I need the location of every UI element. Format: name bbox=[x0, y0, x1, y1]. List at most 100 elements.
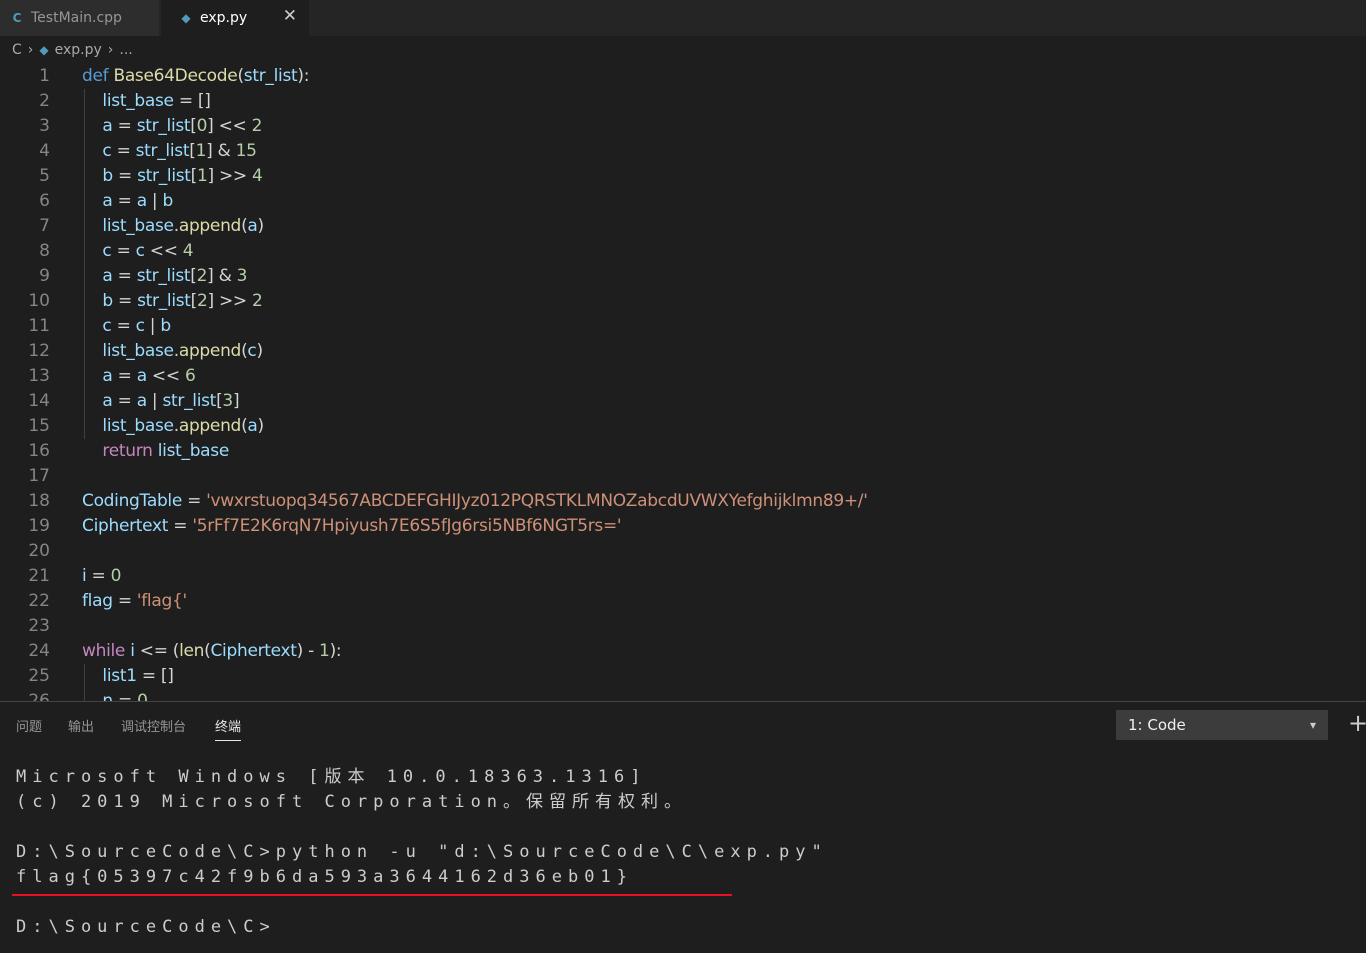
code-text: c = str_list[1] & 15 bbox=[102, 141, 257, 161]
line-number: 4 bbox=[39, 141, 50, 161]
code-line[interactable]: 18 CodingTable = 'vwxrstuopq34567ABCDEFGH… bbox=[0, 489, 1366, 514]
breadcrumb-file[interactable]: exp.py bbox=[55, 42, 102, 58]
code-line[interactable]: 2 list_base = [] bbox=[0, 89, 1366, 114]
line-number: 22 bbox=[28, 591, 50, 611]
close-icon[interactable]: ✕ bbox=[283, 6, 297, 26]
line-number: 9 bbox=[39, 266, 50, 286]
code-text: i = 0 bbox=[82, 566, 122, 586]
line-number: 5 bbox=[39, 166, 50, 186]
code-line[interactable]: 26 n = 0 bbox=[0, 689, 1366, 701]
terminal-line: Microsoft Windows [版本 10.0.18363.1316] bbox=[16, 767, 647, 787]
terminal-line: D:\SourceCode\C>python -u "d:\SourceCode… bbox=[16, 842, 828, 862]
code-line[interactable]: 14 a = a | str_list[3] bbox=[0, 389, 1366, 414]
code-line[interactable]: 24 while i <= (len(Ciphertext) - 1): bbox=[0, 639, 1366, 664]
code-text: def Base64Decode(str_list): bbox=[82, 66, 310, 86]
code-text: list_base.append(c) bbox=[102, 341, 263, 361]
new-terminal-button[interactable]: + bbox=[1348, 708, 1366, 738]
code-text: c = c | b bbox=[102, 316, 171, 336]
code-line[interactable]: 23 bbox=[0, 614, 1366, 639]
bottom-panel: 问题 输出 调试控制台 终端 1: Code ▾ + Microsoft Win… bbox=[0, 701, 1366, 953]
line-number: 10 bbox=[28, 291, 50, 311]
tab-testmain-cpp[interactable]: C TestMain.cpp bbox=[0, 0, 160, 36]
code-line[interactable]: 1 def Base64Decode(str_list): bbox=[0, 64, 1366, 89]
code-line[interactable]: 15 list_base.append(a) bbox=[0, 414, 1366, 439]
code-text: list_base.append(a) bbox=[102, 416, 264, 436]
code-line[interactable]: 3 a = str_list[0] << 2 bbox=[0, 114, 1366, 139]
line-number: 19 bbox=[28, 516, 50, 536]
tab-label: TestMain.cpp bbox=[31, 10, 122, 26]
chevron-right-icon: › bbox=[27, 42, 34, 58]
chevron-down-icon: ▾ bbox=[1309, 718, 1316, 732]
line-number: 26 bbox=[28, 691, 50, 701]
code-line[interactable]: 11 c = c | b bbox=[0, 314, 1366, 339]
code-line[interactable]: 25 list1 = [] bbox=[0, 664, 1366, 689]
code-text: flag = 'flag{' bbox=[82, 591, 187, 611]
line-number: 18 bbox=[28, 491, 50, 511]
line-number: 25 bbox=[28, 666, 50, 686]
code-line[interactable]: 9 a = str_list[2] & 3 bbox=[0, 264, 1366, 289]
terminal-line: (c) 2019 Microsoft Corporation。保留所有权利。 bbox=[16, 792, 688, 812]
line-number: 23 bbox=[28, 616, 50, 636]
code-line[interactable]: 6 a = a | b bbox=[0, 189, 1366, 214]
code-line[interactable]: 21 i = 0 bbox=[0, 564, 1366, 589]
python-file-icon: ◆ bbox=[39, 43, 49, 57]
code-line[interactable]: 10 b = str_list[2] >> 2 bbox=[0, 289, 1366, 314]
line-number: 15 bbox=[28, 416, 50, 436]
code-line[interactable]: 17 bbox=[0, 464, 1366, 489]
code-text: list_base.append(a) bbox=[102, 216, 264, 236]
breadcrumb-symbol[interactable]: ... bbox=[119, 42, 132, 58]
code-text: a = a << 6 bbox=[102, 366, 196, 386]
indent-guide bbox=[84, 664, 85, 701]
terminal-select-value: 1: Code bbox=[1128, 716, 1186, 734]
line-number: 11 bbox=[28, 316, 50, 336]
code-line[interactable]: 22 flag = 'flag{' bbox=[0, 589, 1366, 614]
line-number: 1 bbox=[39, 66, 50, 86]
chevron-right-icon: › bbox=[107, 42, 114, 58]
code-text: while i <= (len(Ciphertext) - 1): bbox=[82, 641, 342, 661]
code-text: a = str_list[2] & 3 bbox=[102, 266, 248, 286]
tab-terminal[interactable]: 终端 bbox=[215, 716, 242, 741]
line-number: 3 bbox=[39, 116, 50, 136]
code-text: n = 0 bbox=[102, 691, 148, 701]
code-line[interactable]: 19 Ciphertext = '5rFf7E2K6rqN7Hpiyush7E6S… bbox=[0, 514, 1366, 539]
terminal-line: flag{05397c42f9b6da593a3644162d36eb01} bbox=[16, 867, 633, 887]
line-number: 16 bbox=[28, 441, 50, 461]
line-number: 17 bbox=[28, 466, 50, 486]
line-number: 7 bbox=[39, 216, 50, 236]
code-line[interactable]: 7 list_base.append(a) bbox=[0, 214, 1366, 239]
breadcrumb: C › ◆ exp.py › ... bbox=[0, 36, 1366, 64]
terminal-line: D:\SourceCode\C> bbox=[16, 917, 276, 937]
code-text: b = str_list[1] >> 4 bbox=[102, 166, 263, 186]
code-text: list_base = [] bbox=[102, 91, 211, 111]
terminal-select[interactable]: 1: Code ▾ bbox=[1116, 710, 1328, 740]
code-line[interactable]: 5 b = str_list[1] >> 4 bbox=[0, 164, 1366, 189]
line-number: 21 bbox=[28, 566, 50, 586]
code-line[interactable]: 16 return list_base bbox=[0, 439, 1366, 464]
code-line[interactable]: 12 list_base.append(c) bbox=[0, 339, 1366, 364]
tab-exp-py[interactable]: ◆ exp.py ✕ bbox=[161, 0, 309, 36]
line-number: 8 bbox=[39, 241, 50, 261]
code-text: CodingTable = 'vwxrstuopq34567ABCDEFGHIJ… bbox=[82, 491, 868, 511]
code-text: a = a | str_list[3] bbox=[102, 391, 240, 411]
code-text: Ciphertext = '5rFf7E2K6rqN7Hpiyush7E6S5f… bbox=[82, 516, 622, 536]
tab-bar: C TestMain.cpp ◆ exp.py ✕ bbox=[0, 0, 1366, 36]
tab-debug-console[interactable]: 调试控制台 bbox=[121, 716, 186, 735]
line-number: 6 bbox=[39, 191, 50, 211]
code-text: a = str_list[0] << 2 bbox=[102, 116, 263, 136]
code-editor[interactable]: 1 def Base64Decode(str_list): 2 list_base … bbox=[0, 64, 1366, 701]
indent-guide bbox=[84, 89, 85, 439]
code-text: return list_base bbox=[102, 441, 230, 461]
code-line[interactable]: 13 a = a << 6 bbox=[0, 364, 1366, 389]
line-number: 13 bbox=[28, 366, 50, 386]
tab-problems[interactable]: 问题 bbox=[16, 716, 42, 735]
code-line[interactable]: 4 c = str_list[1] & 15 bbox=[0, 139, 1366, 164]
cpp-file-icon: C bbox=[12, 11, 22, 25]
line-number: 12 bbox=[28, 341, 50, 361]
code-line[interactable]: 8 c = c << 4 bbox=[0, 239, 1366, 264]
python-file-icon: ◆ bbox=[181, 11, 191, 25]
breadcrumb-folder[interactable]: C bbox=[12, 42, 22, 58]
line-number: 20 bbox=[28, 541, 50, 561]
tab-output[interactable]: 输出 bbox=[68, 716, 94, 735]
line-number: 2 bbox=[39, 91, 50, 111]
code-line[interactable]: 20 bbox=[0, 539, 1366, 564]
